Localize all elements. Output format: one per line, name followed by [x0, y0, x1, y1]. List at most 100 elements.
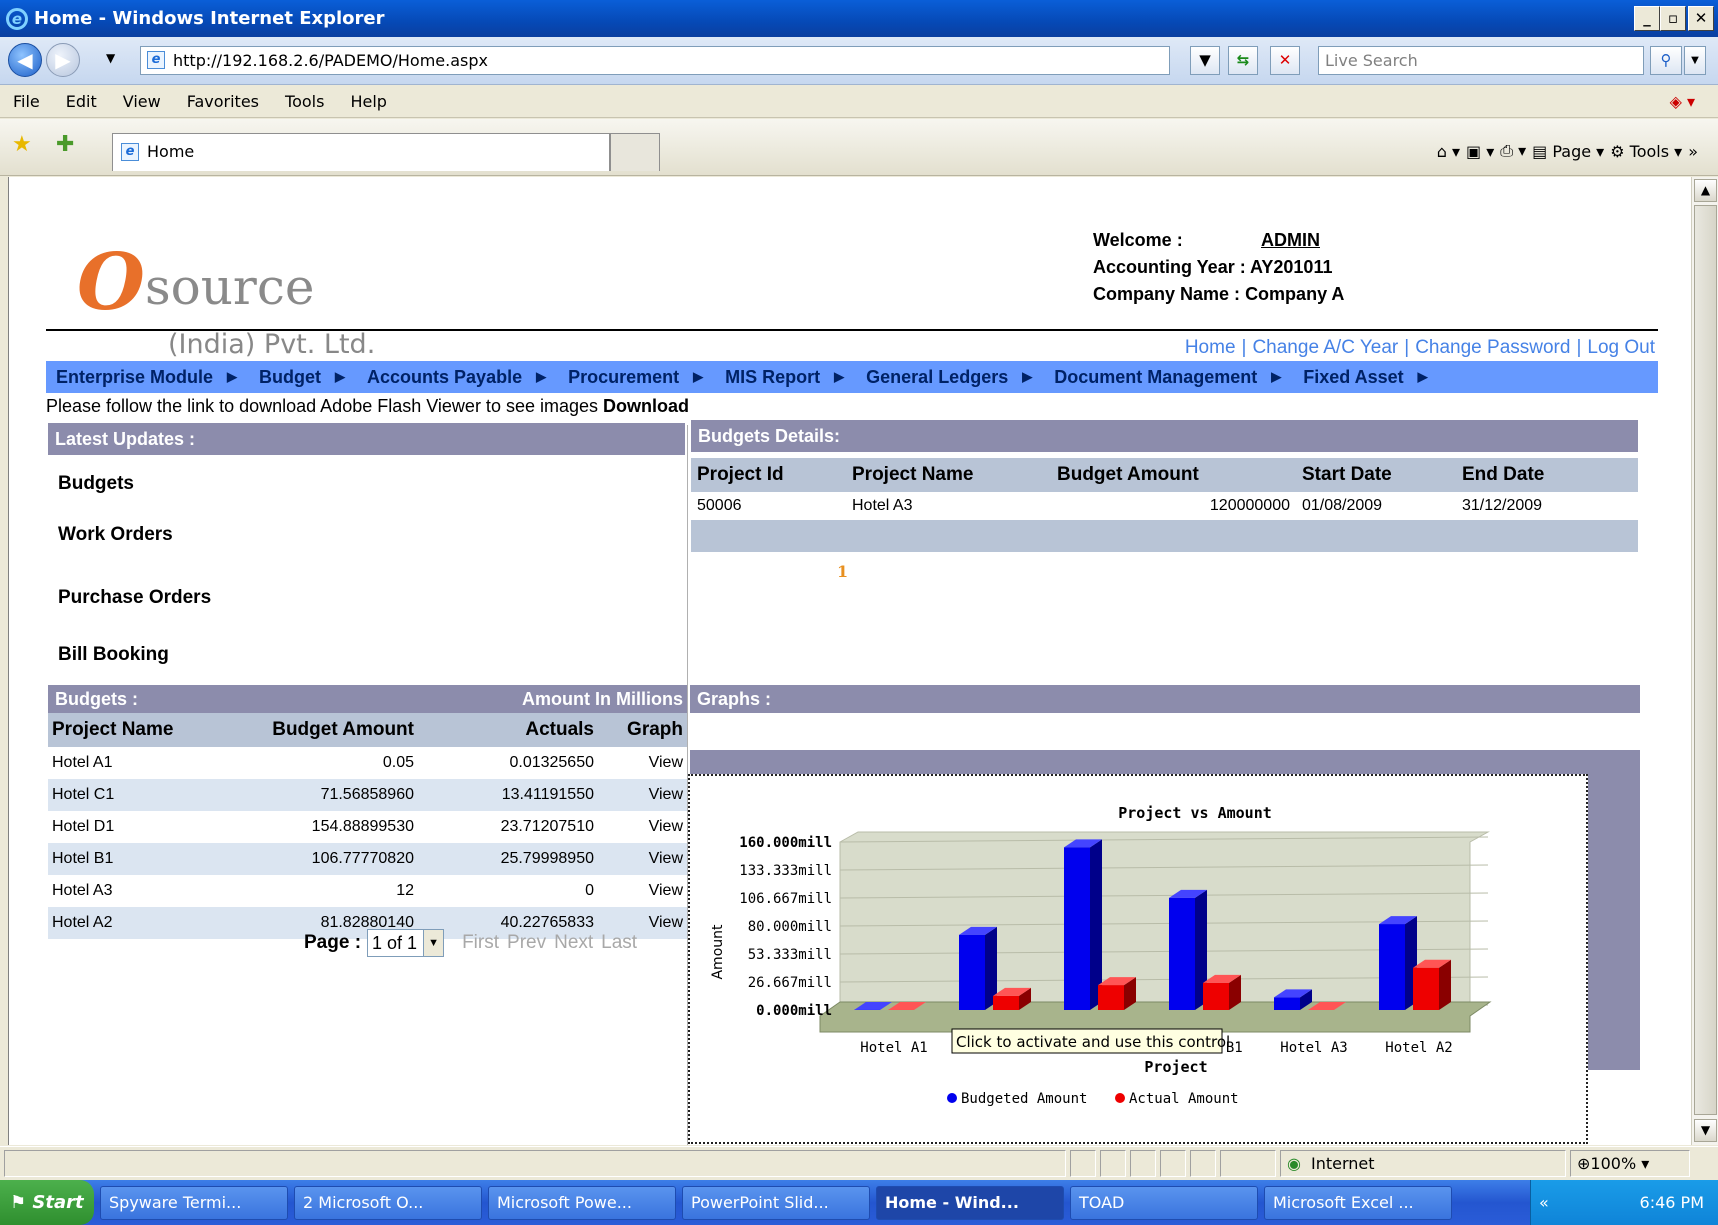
url-dropdown-button[interactable]: ▼ — [1190, 46, 1220, 75]
stop-button[interactable]: ✕ — [1270, 46, 1300, 75]
home-link[interactable]: Home — [1179, 337, 1242, 359]
graphs-header: Graphs : — [690, 685, 1640, 713]
refresh-button[interactable]: ⇆ — [1228, 46, 1258, 75]
task-internet-explorer[interactable]: Home - Wind... — [876, 1185, 1064, 1220]
welcome-label: Welcome : — [1093, 230, 1183, 250]
col-start-date: Start Date — [1296, 458, 1456, 492]
back-button[interactable]: ◀ — [8, 43, 42, 77]
menu-budget[interactable]: Budget — [249, 367, 321, 388]
translate-icon[interactable]: ◈ ▾ — [1657, 92, 1708, 111]
zoom-control[interactable]: ⊕100% ▾ — [1570, 1150, 1690, 1177]
start-button[interactable]: ⚑ Start — [0, 1180, 94, 1225]
task-microsoft-outlook[interactable]: 2 Microsoft O... — [294, 1185, 482, 1220]
menu-view[interactable]: View — [110, 92, 174, 111]
update-bill-booking-link[interactable]: Bill Booking — [58, 644, 169, 666]
vertical-scrollbar[interactable]: ▲ ▼ — [1691, 177, 1718, 1145]
new-tab-button[interactable] — [610, 133, 660, 171]
page-select[interactable]: 1 of 1 ▼ — [367, 929, 445, 957]
bar-budgeted — [1064, 847, 1090, 1010]
y-axis-ticks: 0.000mill 26.667mill 53.333mill 80.000mill 1… — [739, 835, 832, 1019]
bar-actual — [1203, 982, 1229, 1010]
cell-actuals: 0 — [585, 882, 594, 899]
tools-menu[interactable]: ⚙ Tools ▾ — [1610, 142, 1682, 161]
view-graph-link[interactable]: View — [598, 779, 687, 811]
update-work-orders-link[interactable]: Work Orders — [58, 524, 173, 546]
view-graph-link[interactable]: View — [598, 811, 687, 843]
feeds-icon[interactable]: ▣ ▾ — [1466, 142, 1494, 161]
menu-edit[interactable]: Edit — [53, 92, 110, 111]
status-text-area — [4, 1150, 1066, 1177]
home-icon[interactable]: ⌂ ▾ — [1437, 142, 1460, 161]
menu-favorites[interactable]: Favorites — [174, 92, 272, 111]
scroll-up-icon[interactable]: ▲ — [1694, 179, 1717, 202]
table-row[interactable]: 50006 Hotel A3 120000000 01/08/2009 31/1… — [691, 492, 1638, 520]
top-links: Home | Change A/C Year | Change Password | … — [1179, 337, 1661, 359]
y-tick-label: 26.667mill — [748, 975, 832, 991]
security-zone[interactable]: ◉ Internet — [1280, 1150, 1566, 1177]
chevron-more-icon[interactable]: » — [1688, 142, 1698, 161]
submenu-arrow-icon: ▶ — [1417, 369, 1428, 384]
prev-page-link[interactable]: Prev — [507, 932, 546, 954]
view-graph-link[interactable]: View — [598, 747, 687, 779]
accounting-year-label: Accounting Year : — [1093, 257, 1246, 277]
minimize-button[interactable]: _ — [1634, 6, 1660, 31]
view-graph-link[interactable]: View — [598, 843, 687, 875]
download-link[interactable]: Download — [603, 396, 689, 416]
menu-tools[interactable]: Tools — [272, 92, 337, 111]
menu-mis-report[interactable]: MIS Report — [715, 367, 820, 388]
print-icon[interactable]: ⎙ ▾ — [1500, 141, 1526, 161]
chart-flash-control[interactable]: Project vs Amount 0.000mill 26.667mill 53.… — [688, 774, 1588, 1144]
task-powerpoint-slide[interactable]: PowerPoint Slid... — [682, 1185, 870, 1220]
tab-home[interactable]: e Home — [112, 133, 610, 171]
maximize-button[interactable]: ▫ — [1660, 6, 1686, 31]
task-spyware[interactable]: Spyware Termi... — [100, 1185, 288, 1220]
change-ac-year-link[interactable]: Change A/C Year — [1246, 337, 1404, 359]
details-page-link[interactable]: 1 — [837, 562, 848, 581]
col-graph: Graph — [598, 713, 687, 747]
legend-marker — [947, 1093, 957, 1103]
search-button[interactable]: ⚲ — [1650, 46, 1682, 75]
page-menu[interactable]: ▤ Page ▾ — [1532, 142, 1604, 161]
tab-bar: ★ ✚ e Home ⌂ ▾ ▣ ▾ ⎙ ▾ ▤ Page ▾ ⚙ Tools … — [0, 119, 1718, 176]
recent-pages-dropdown-icon[interactable]: ▼ — [106, 51, 115, 65]
url-input[interactable]: e http://192.168.2.6/PADEMO/Home.aspx — [140, 46, 1170, 75]
last-page-link[interactable]: Last — [601, 932, 637, 954]
forward-button[interactable]: ▶ — [46, 43, 80, 77]
scroll-down-icon[interactable]: ▼ — [1694, 1119, 1717, 1142]
task-toad[interactable]: TOAD — [1070, 1185, 1258, 1220]
change-password-link[interactable]: Change Password — [1409, 337, 1576, 359]
task-microsoft-excel[interactable]: Microsoft Excel ... — [1264, 1185, 1452, 1220]
scroll-thumb[interactable] — [1694, 205, 1717, 1115]
search-options-button[interactable]: ▼ — [1684, 46, 1706, 75]
globe-icon: ◉ — [1287, 1154, 1301, 1173]
menu-help[interactable]: Help — [337, 92, 399, 111]
search-input[interactable]: Live Search — [1318, 46, 1644, 75]
menu-document-management[interactable]: Document Management — [1044, 367, 1257, 388]
task-microsoft-powerpoint[interactable]: Microsoft Powe... — [488, 1185, 676, 1220]
user-link[interactable]: ADMIN — [1261, 230, 1320, 250]
chart-legend: Budgeted Amount Actual Amount — [947, 1091, 1239, 1107]
status-cell — [1130, 1150, 1156, 1177]
add-favorite-icon[interactable]: ✚ — [56, 132, 74, 157]
view-graph-link[interactable]: View — [598, 875, 687, 907]
update-purchase-orders-link[interactable]: Purchase Orders — [58, 587, 211, 609]
close-button[interactable]: ✕ — [1688, 6, 1714, 31]
y-tick-label: 106.667mill — [739, 891, 832, 907]
menu-procurement[interactable]: Procurement — [558, 367, 679, 388]
menu-fixed-asset[interactable]: Fixed Asset — [1293, 367, 1403, 388]
update-budgets-link[interactable]: Budgets — [58, 473, 134, 495]
menu-enterprise-module[interactable]: Enterprise Module — [46, 367, 213, 388]
next-page-link[interactable]: Next — [554, 932, 593, 954]
tray-expand-icon[interactable]: « — [1539, 1180, 1549, 1225]
menu-general-ledgers[interactable]: General Ledgers — [856, 367, 1008, 388]
y-tick-label: 133.333mill — [739, 863, 832, 879]
y-axis-label: Amount — [710, 924, 726, 980]
menu-accounts-payable[interactable]: Accounts Payable — [357, 367, 522, 388]
first-page-link[interactable]: First — [462, 932, 499, 954]
system-tray: « 6:46 PM — [1530, 1180, 1718, 1225]
x-tick-label: Hotel A2 — [1385, 1040, 1452, 1056]
favorites-star-icon[interactable]: ★ — [12, 132, 32, 157]
logout-link[interactable]: Log Out — [1581, 337, 1661, 359]
budget-details-table: Project Id Project Name Budget Amount St… — [691, 458, 1638, 552]
menu-file[interactable]: File — [0, 92, 53, 111]
